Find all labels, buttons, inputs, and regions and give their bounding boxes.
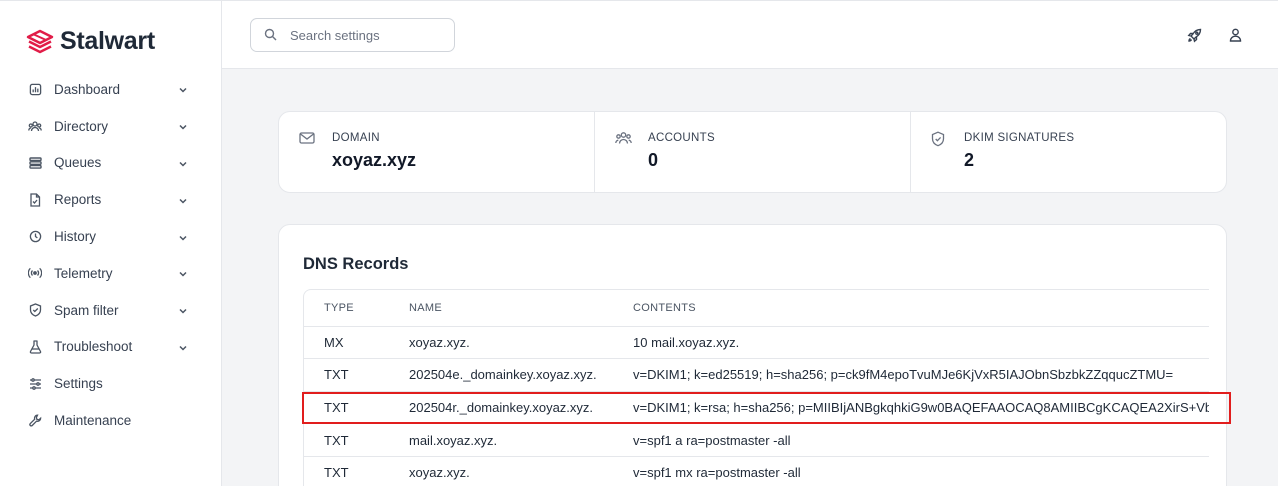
cell-type: TXT xyxy=(304,423,409,457)
sidebar-item-label: Reports xyxy=(54,192,102,208)
dns-records-card: DNS Records TYPE NAME CONTENTS MX xoyaz.… xyxy=(278,224,1227,486)
stat-value: xoyaz.xyz xyxy=(332,150,417,170)
stat-label: DKIM SIGNATURES xyxy=(964,132,1075,144)
sidebar: Stalwart Dashboard Directory Queues Repo… xyxy=(0,1,222,486)
user-icon[interactable] xyxy=(1226,26,1244,44)
main-content: DOMAIN xoyaz.xyz ACCOUNTS 0 DKIM SIGNATU… xyxy=(222,69,1278,486)
sidebar-item-queues[interactable]: Queues xyxy=(0,145,221,182)
sidebar-item-directory[interactable]: Directory xyxy=(0,108,221,145)
stat-domain: DOMAIN xoyaz.xyz xyxy=(279,112,595,192)
cell-contents: v=spf1 mx ra=postmaster -all xyxy=(633,455,1209,486)
cell-contents: v=spf1 a ra=postmaster -all xyxy=(633,423,1209,457)
shield-check-icon xyxy=(931,131,947,147)
cell-type: MX xyxy=(304,325,409,359)
chevron-down-icon[interactable] xyxy=(177,157,189,169)
sidebar-item-settings[interactable]: Settings xyxy=(0,365,221,402)
shield-icon xyxy=(28,303,42,317)
reports-icon xyxy=(28,193,42,207)
chevron-down-icon[interactable] xyxy=(177,304,189,316)
sliders-icon xyxy=(28,377,42,391)
top-header xyxy=(222,1,1278,69)
users-icon xyxy=(615,131,632,147)
chevron-down-icon[interactable] xyxy=(177,194,189,206)
sidebar-item-label: History xyxy=(54,229,97,245)
search-box[interactable] xyxy=(250,18,455,52)
column-header-type: TYPE xyxy=(324,301,354,314)
cell-name: xoyaz.xyz. xyxy=(409,455,633,486)
cell-contents: v=DKIM1; k=ed25519; h=sha256; p=ck9fM4ep… xyxy=(633,358,1209,392)
table-row[interactable]: TXT xoyaz.xyz. v=spf1 mx ra=postmaster -… xyxy=(304,455,1209,486)
sidebar-item-label: Dashboard xyxy=(54,81,121,97)
sidebar-item-dashboard[interactable]: Dashboard xyxy=(0,71,221,108)
dns-records-table: TYPE NAME CONTENTS MX xoyaz.xyz. 10 mail… xyxy=(304,290,1209,486)
search-icon xyxy=(264,28,278,42)
sidebar-item-troubleshoot[interactable]: Troubleshoot xyxy=(0,329,221,366)
stat-value: 2 xyxy=(964,150,975,170)
table-header-row: TYPE NAME CONTENTS xyxy=(304,290,1209,326)
cell-contents: v=DKIM1; k=rsa; h=sha256; p=MIIBIjANBgkq… xyxy=(633,390,1209,424)
sidebar-item-label: Queues xyxy=(54,155,102,171)
dns-records-title: DNS Records xyxy=(303,255,409,273)
stat-label: ACCOUNTS xyxy=(648,132,715,144)
chevron-down-icon[interactable] xyxy=(177,267,189,279)
sidebar-item-label: Troubleshoot xyxy=(54,339,133,355)
sidebar-item-label: Spam filter xyxy=(54,302,119,318)
cell-name: 202504e._domainkey.xoyaz.xyz. xyxy=(409,358,633,392)
sidebar-item-telemetry[interactable]: Telemetry xyxy=(0,255,221,292)
stat-value: 0 xyxy=(648,150,659,170)
chevron-down-icon[interactable] xyxy=(177,341,189,353)
telemetry-icon xyxy=(28,266,42,280)
cell-type: TXT xyxy=(304,358,409,392)
queues-icon xyxy=(28,156,42,170)
chevron-down-icon[interactable] xyxy=(177,120,189,132)
search-input[interactable] xyxy=(290,27,440,43)
chevron-down-icon[interactable] xyxy=(177,83,189,95)
sidebar-item-maintenance[interactable]: Maintenance xyxy=(0,402,221,439)
sidebar-item-label: Directory xyxy=(54,118,109,134)
column-header-name: NAME xyxy=(409,301,442,314)
sidebar-item-history[interactable]: History xyxy=(0,218,221,255)
table-row[interactable]: TXT 202504r._domainkey.xoyaz.xyz. v=DKIM… xyxy=(304,390,1209,424)
stat-dkim-signatures: DKIM SIGNATURES 2 xyxy=(911,112,1226,192)
sidebar-item-label: Telemetry xyxy=(54,265,113,281)
directory-icon xyxy=(28,119,42,133)
brand-name: Stalwart xyxy=(60,27,155,55)
cell-contents: 10 mail.xoyaz.xyz. xyxy=(633,325,1209,359)
domain-stats-card: DOMAIN xoyaz.xyz ACCOUNTS 0 DKIM SIGNATU… xyxy=(278,111,1227,193)
cell-name: xoyaz.xyz. xyxy=(409,325,633,359)
stat-accounts: ACCOUNTS 0 xyxy=(595,112,911,192)
stat-label: DOMAIN xyxy=(332,132,380,144)
flask-icon xyxy=(28,340,42,354)
history-icon xyxy=(28,230,42,244)
cell-type: TXT xyxy=(304,390,409,424)
stalwart-logo-icon xyxy=(26,29,54,55)
dashboard-icon xyxy=(28,82,42,96)
logo[interactable]: Stalwart xyxy=(26,27,155,56)
cell-name: 202504r._domainkey.xoyaz.xyz. xyxy=(409,390,633,424)
cell-type: TXT xyxy=(304,455,409,486)
sidebar-item-label: Settings xyxy=(54,376,103,392)
sidebar-item-label: Maintenance xyxy=(54,413,132,429)
rocket-icon[interactable] xyxy=(1185,26,1203,44)
table-row[interactable]: MX xoyaz.xyz. 10 mail.xoyaz.xyz. xyxy=(304,325,1209,359)
dns-records-table-container[interactable]: TYPE NAME CONTENTS MX xoyaz.xyz. 10 mail… xyxy=(303,289,1209,486)
sidebar-item-spam-filter[interactable]: Spam filter xyxy=(0,292,221,329)
sidebar-item-reports[interactable]: Reports xyxy=(0,181,221,218)
mail-icon xyxy=(299,131,315,147)
cell-name: mail.xoyaz.xyz. xyxy=(409,423,633,457)
wrench-icon xyxy=(28,414,42,428)
table-row[interactable]: TXT mail.xoyaz.xyz. v=spf1 a ra=postmast… xyxy=(304,423,1209,457)
table-row[interactable]: TXT 202504e._domainkey.xoyaz.xyz. v=DKIM… xyxy=(304,358,1209,392)
column-header-contents: CONTENTS xyxy=(633,301,696,314)
sidebar-nav: Dashboard Directory Queues Reports Histo… xyxy=(0,71,221,439)
chevron-down-icon[interactable] xyxy=(177,231,189,243)
